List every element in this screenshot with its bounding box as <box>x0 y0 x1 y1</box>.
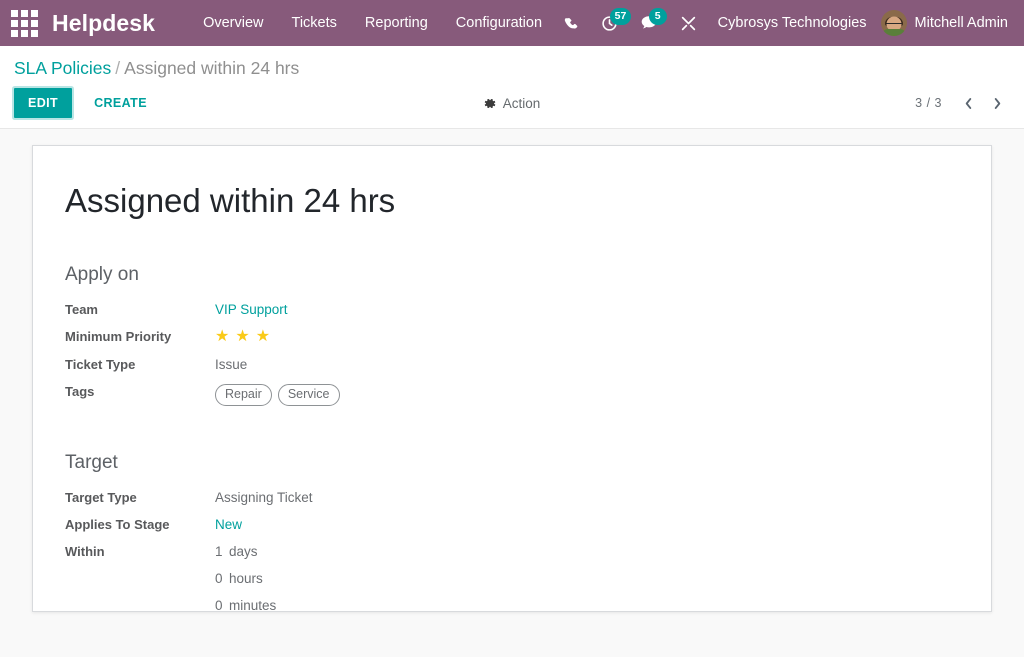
edit-button[interactable]: EDIT <box>14 88 73 119</box>
phone-icon[interactable] <box>553 0 590 46</box>
field-label-within-hours-empty <box>65 565 215 592</box>
messages-badge-count: 5 <box>648 8 667 25</box>
within-days-number: 1 <box>215 544 223 560</box>
tag-chip[interactable]: Repair <box>215 384 272 407</box>
navbar-right: 57 5 Cybrosys Technologies Mitchell Admi… <box>553 0 1012 46</box>
pager: 3 / 3 <box>915 94 1010 113</box>
field-row-tags: Tags Repair Service <box>65 378 340 412</box>
apps-grid-cell <box>10 19 18 27</box>
avatar-shirt <box>881 29 906 36</box>
top-navbar: Helpdesk Overview Tickets Reporting Conf… <box>0 0 1024 46</box>
field-value-applies-to-stage: New <box>215 511 313 538</box>
breadcrumb-current: Assigned within 24 hrs <box>124 58 300 78</box>
app-brand-helpdesk[interactable]: Helpdesk <box>52 10 155 37</box>
group-apply-on: Apply on Team VIP Support Minimum Priori… <box>65 264 959 412</box>
apps-grid-cell <box>30 9 38 17</box>
field-label-ticket-type: Ticket Type <box>65 357 136 373</box>
within-minutes-unit: minutes <box>229 598 277 614</box>
avatar <box>880 10 907 36</box>
field-label-minimum-priority: Minimum Priority <box>65 329 172 345</box>
avatar-glasses <box>886 23 902 27</box>
page-title: Assigned within 24 hrs <box>65 182 396 220</box>
company-switcher[interactable]: Cybrosys Technologies <box>708 15 881 31</box>
field-label-applies-to-stage: Applies To Stage <box>65 517 170 533</box>
control-panel-buttons: EDIT CREATE Action 3 / 3 <box>14 88 1010 128</box>
apps-grid-cell <box>10 29 18 37</box>
apps-grid-cell <box>30 19 38 27</box>
apps-grid-cell <box>20 29 28 37</box>
star-icon[interactable]: ★ <box>235 329 249 345</box>
field-row-ticket-type: Ticket Type Issue <box>65 351 340 378</box>
field-row-within-days: Within 1 days <box>65 538 313 565</box>
field-value-minimum-priority: ★ ★ ★ <box>215 323 340 351</box>
field-value-target-type: Assigning Ticket <box>215 490 313 506</box>
tag-chip[interactable]: Service <box>277 384 340 407</box>
apps-grid-cell <box>20 19 28 27</box>
menu-item-tickets[interactable]: Tickets <box>292 15 337 31</box>
apps-grid-cell <box>30 29 38 37</box>
field-value-within-hours: 0 hours <box>215 565 313 592</box>
chevron-left-icon[interactable] <box>956 94 981 113</box>
messages-icon[interactable]: 5 <box>629 0 669 46</box>
breadcrumb-parent-link[interactable]: SLA Policies <box>14 58 111 78</box>
field-value-tags: Repair Service <box>215 378 340 412</box>
within-hours-number: 0 <box>215 571 223 587</box>
within-minutes-number: 0 <box>215 598 223 614</box>
form-view-area: Assigned within 24 hrs Apply on Team VIP… <box>0 129 1024 613</box>
breadcrumb-separator: / <box>115 58 121 78</box>
field-label-team: Team <box>65 302 98 318</box>
group-target: Target Target Type Assigning Ticket Appl… <box>65 452 959 619</box>
team-link[interactable]: VIP Support <box>215 302 288 317</box>
field-table-apply-on: Team VIP Support Minimum Priority ★ ★ ★ <box>65 296 340 412</box>
chevron-right-icon[interactable] <box>985 94 1010 113</box>
apps-grid-cell <box>20 9 28 17</box>
user-name-label: Mitchell Admin <box>914 15 1008 31</box>
group-title-target: Target <box>65 452 118 474</box>
menu-item-reporting[interactable]: Reporting <box>365 15 428 31</box>
field-label-target-type: Target Type <box>65 490 137 506</box>
main-menu: Overview Tickets Reporting Configuration <box>203 15 542 31</box>
field-row-team: Team VIP Support <box>65 296 340 323</box>
record-sheet: Assigned within 24 hrs Apply on Team VIP… <box>32 145 992 613</box>
breadcrumb: SLA Policies / Assigned within 24 hrs <box>14 56 1010 88</box>
field-value-team: VIP Support <box>215 296 340 323</box>
create-button[interactable]: CREATE <box>82 88 159 118</box>
star-icon[interactable]: ★ <box>215 329 229 345</box>
field-label-within: Within <box>65 544 105 560</box>
field-row-target-type: Target Type Assigning Ticket <box>65 484 313 511</box>
field-value-within-days: 1 days <box>215 538 313 565</box>
star-icon[interactable]: ★ <box>256 329 270 345</box>
menu-item-overview[interactable]: Overview <box>203 15 263 31</box>
field-row-within-hours: 0 hours <box>65 565 313 592</box>
apps-grid-cell <box>10 9 18 17</box>
apps-grid-icon[interactable] <box>8 7 40 39</box>
field-row-minimum-priority: Minimum Priority ★ ★ ★ <box>65 323 340 351</box>
field-value-within-minutes: 0 minutes <box>215 592 313 619</box>
user-menu[interactable]: Mitchell Admin <box>880 10 1012 36</box>
field-label-tags: Tags <box>65 384 95 400</box>
field-row-applies-to-stage: Applies To Stage New <box>65 511 313 538</box>
group-title-apply-on: Apply on <box>65 264 139 286</box>
field-value-ticket-type: Issue <box>215 357 248 373</box>
control-panel: SLA Policies / Assigned within 24 hrs EDIT… <box>0 46 1024 130</box>
field-row-within-minutes: 0 minutes <box>65 592 313 619</box>
action-menu-label: Action <box>502 95 541 111</box>
within-days-unit: days <box>229 544 258 560</box>
field-label-within-minutes-empty <box>65 592 215 619</box>
priority-stars[interactable]: ★ ★ ★ <box>215 329 270 345</box>
gear-icon <box>484 97 497 110</box>
tag-list: Repair Service <box>215 384 340 407</box>
pager-count: 3 / 3 <box>915 96 942 111</box>
menu-item-configuration[interactable]: Configuration <box>456 15 542 31</box>
action-menu-dropdown[interactable]: Action <box>484 95 541 111</box>
tools-icon[interactable] <box>669 0 708 46</box>
activity-clock-icon[interactable]: 57 <box>590 0 632 46</box>
field-table-target: Target Type Assigning Ticket Applies To … <box>65 484 313 619</box>
stage-link[interactable]: New <box>215 517 242 532</box>
within-hours-unit: hours <box>229 571 263 587</box>
